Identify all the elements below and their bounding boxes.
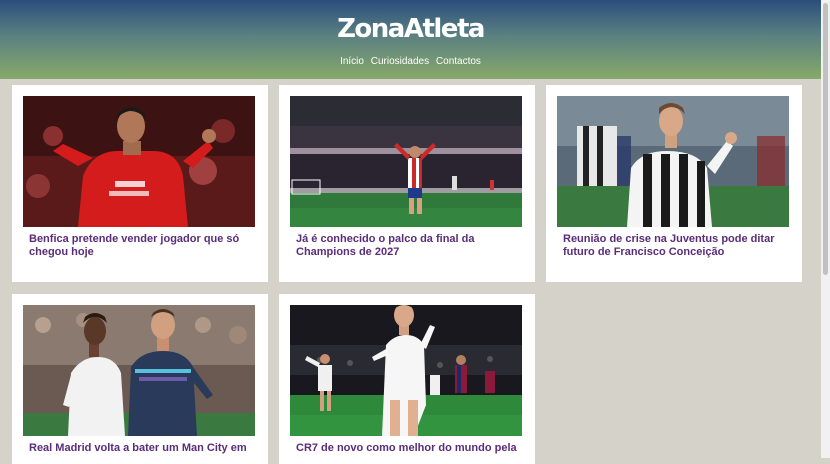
nav-contactos[interactable]: Contactos xyxy=(436,56,481,67)
article-title[interactable]: Real Madrid volta a bater um Man City em xyxy=(29,442,255,455)
article-card[interactable]: CR7 de novo como melhor do mundo pela xyxy=(279,294,535,464)
article-image-benfica[interactable] xyxy=(23,96,255,227)
article-image-cr7[interactable] xyxy=(290,305,522,436)
article-card[interactable]: Benfica pretende vender jogador que só c… xyxy=(12,85,268,282)
article-card[interactable]: Já é conhecido o palco da final da Champ… xyxy=(279,85,535,282)
site-header: ZonaAtleta Início Curiosidades Contactos xyxy=(0,0,821,79)
scrollbar-thumb[interactable] xyxy=(823,3,828,275)
article-image-stadium[interactable] xyxy=(290,96,522,227)
article-image-real-madrid-man-city[interactable] xyxy=(23,305,255,436)
article-title[interactable]: Benfica pretende vender jogador que só c… xyxy=(29,233,255,259)
nav-curiosidades[interactable]: Curiosidades xyxy=(371,56,429,67)
article-title[interactable]: Já é conhecido o palco da final da Champ… xyxy=(296,233,522,259)
site-logo[interactable]: ZonaAtleta xyxy=(0,14,821,44)
article-title[interactable]: Reunião de crise na Juventus pode ditar … xyxy=(563,233,789,259)
nav-inicio[interactable]: Início xyxy=(340,56,364,67)
article-card[interactable]: Reunião de crise na Juventus pode ditar … xyxy=(546,85,802,282)
main-nav: Início Curiosidades Contactos xyxy=(0,56,821,67)
article-title[interactable]: CR7 de novo como melhor do mundo pela xyxy=(296,442,522,455)
page-scrollbar[interactable] xyxy=(821,0,830,458)
article-card[interactable]: Real Madrid volta a bater um Man City em xyxy=(12,294,268,464)
article-image-juventus[interactable] xyxy=(557,96,789,227)
